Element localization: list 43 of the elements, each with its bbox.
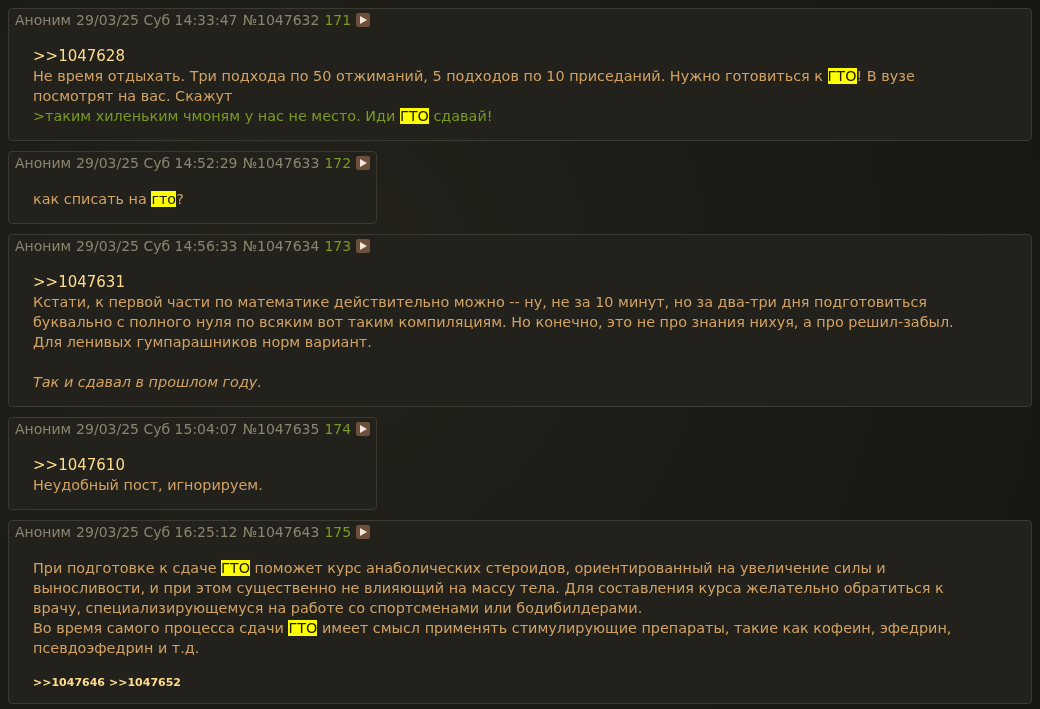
- post-text: как списать на гто?: [33, 190, 185, 209]
- expand-button[interactable]: [356, 156, 371, 170]
- italic-text: Так и сдавал в прошлом году.: [33, 373, 263, 392]
- post-index: 173: [324, 238, 352, 254]
- post-date: 29/03/25 Суб 16:25:12: [76, 524, 238, 540]
- reply-link[interactable]: >>1047646: [33, 676, 105, 689]
- post-number[interactable]: №1047643: [242, 524, 320, 540]
- post-author: Аноним: [15, 12, 72, 28]
- post-index: 171: [324, 12, 352, 28]
- reply-link[interactable]: >>1047610: [33, 455, 331, 475]
- post-text: При подготовке к сдаче ГТО поможет курс анаболических стероидов, ориентированный на увеличение силы и выносливости, и при этом существенно не влияющий на массу тела. Для составления курса желательно обратиться к врачу, специализирующемуся на работе со спортсменами или бодибилдерами.: [33, 559, 945, 618]
- play-icon: [359, 425, 367, 433]
- post-text: Во время самого процесса сдачи ГТО имеет смысл применять стимулирующие препараты, такие как кофеин, эфедрин, псевдоэфедрин и т.д.: [33, 619, 953, 658]
- post-date: 29/03/25 Суб 14:56:33: [76, 238, 238, 254]
- post-number[interactable]: №1047634: [242, 238, 320, 254]
- post-index: 172: [324, 155, 352, 171]
- post-index: 175: [324, 524, 352, 540]
- play-icon: [359, 159, 367, 167]
- play-icon: [359, 16, 367, 24]
- post-date: 29/03/25 Суб 14:33:47: [76, 12, 238, 28]
- post-text: Не время отдыхать. Три подхода по 50 отжиманий, 5 подходов по 10 приседаний. Нужно готовиться к ГТО! В вузе посмотрят на вас. Скажут: [33, 67, 916, 106]
- reply-link[interactable]: >>1047631: [33, 272, 985, 292]
- post-number[interactable]: №1047635: [242, 421, 320, 437]
- quote-text: >таким хиленьким чмоням у нас не место. Иди ГТО сдавай!: [33, 107, 494, 126]
- post-author: Аноним: [15, 238, 72, 254]
- play-icon: [359, 528, 367, 536]
- post-number[interactable]: №1047633: [242, 155, 320, 171]
- expand-button[interactable]: [356, 422, 371, 436]
- post-index: 174: [324, 421, 352, 437]
- play-icon: [359, 242, 367, 250]
- reply-link[interactable]: >>1047652: [109, 676, 182, 689]
- reply-link[interactable]: >>1047628: [33, 46, 985, 66]
- expand-button[interactable]: [356, 13, 371, 27]
- expand-button[interactable]: [356, 239, 371, 253]
- post-date: 29/03/25 Суб 15:04:07: [76, 421, 238, 437]
- post-date: 29/03/25 Суб 14:52:29: [76, 155, 238, 171]
- post-author: Аноним: [15, 421, 72, 437]
- post-author: Аноним: [15, 155, 72, 171]
- post-number[interactable]: №1047632: [242, 12, 320, 28]
- post-text: Неудобный пост, игнорируем.: [33, 476, 264, 495]
- post-author: Аноним: [15, 524, 72, 540]
- post-text: Кстати, к первой части по математике действительно можно -- ну, не за 10 минут, но за два-три дня подготовиться буквально с полного нуля по всяким вот таким компиляциям. Но конечно, это не про знания нихуя, а про решил-забыл. Для ленивых гумпарашников норм вариант.: [33, 293, 955, 352]
- expand-button[interactable]: [356, 525, 371, 539]
